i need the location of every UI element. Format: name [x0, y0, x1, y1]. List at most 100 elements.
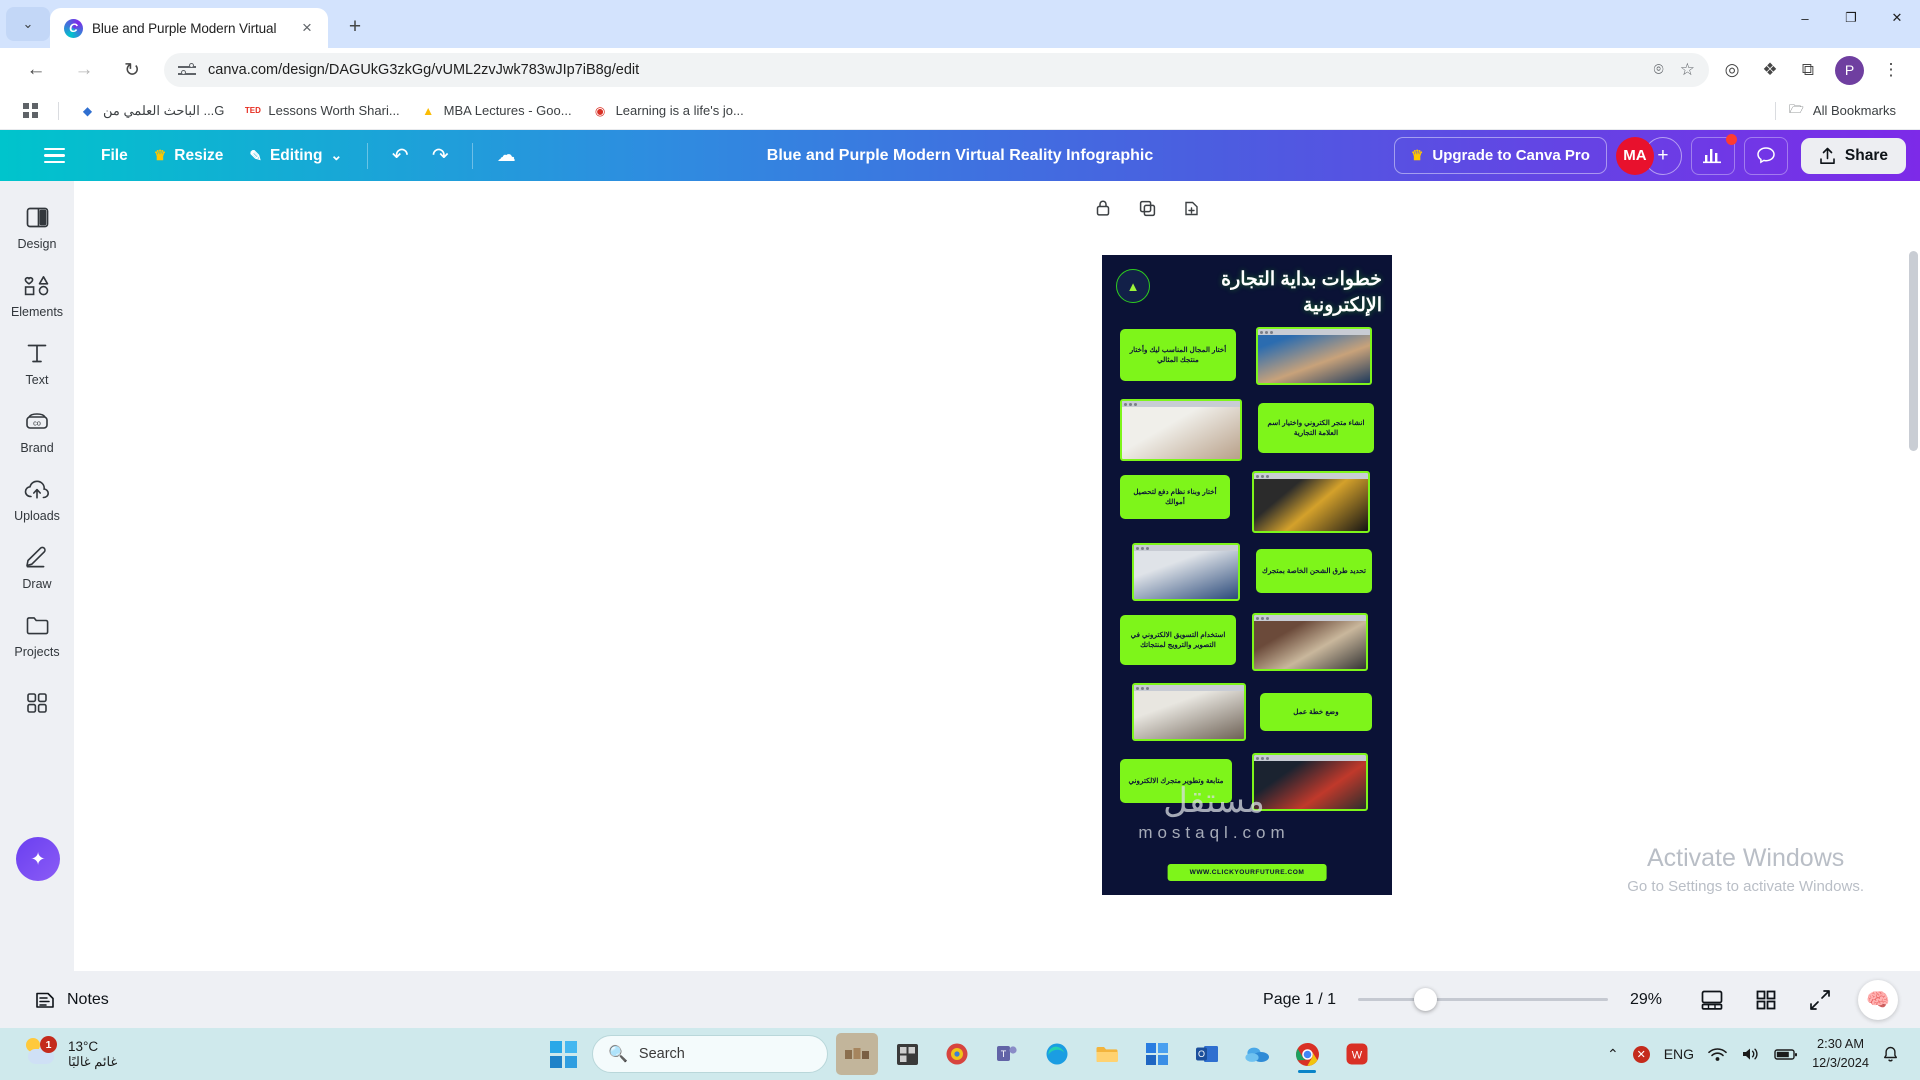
- sidebar-item-draw[interactable]: Draw: [4, 543, 70, 591]
- taskview-button[interactable]: [836, 1033, 878, 1075]
- step-photo[interactable]: [1132, 543, 1240, 601]
- step-photo[interactable]: [1256, 327, 1372, 385]
- helper-button[interactable]: 🧠: [1858, 979, 1898, 1020]
- grid-view-button[interactable]: [1750, 985, 1782, 1015]
- hamburger-icon[interactable]: [34, 148, 74, 163]
- bookmark-star-icon[interactable]: ☆: [1680, 60, 1695, 80]
- address-bar[interactable]: canva.com/design/DAGUkG3zkGg/vUML2zvJwk7…: [164, 53, 1709, 87]
- minimize-button[interactable]: –: [1782, 0, 1828, 36]
- app-teams-button[interactable]: T: [986, 1033, 1028, 1075]
- design-canvas-area[interactable]: ▲ خطوات بداية التجارة الإلكترونية أختار …: [74, 181, 1920, 971]
- profile-avatar[interactable]: P: [1835, 55, 1864, 85]
- insights-button[interactable]: [1690, 133, 1737, 175]
- close-window-button[interactable]: ✕: [1874, 0, 1920, 36]
- file-menu-button[interactable]: File: [88, 140, 141, 172]
- start-button[interactable]: [542, 1033, 584, 1075]
- bookmark-item[interactable]: ◉ Learning is a life's jo...: [583, 97, 753, 124]
- app-explorer-button[interactable]: [1086, 1033, 1128, 1075]
- grid-view-icon: [1756, 990, 1776, 1009]
- widgets-button[interactable]: [886, 1033, 928, 1075]
- user-avatar[interactable]: MA: [1615, 136, 1654, 175]
- share-button[interactable]: Share: [1800, 137, 1906, 174]
- step-chip[interactable]: انشاء متجر الكتروني واختيار اسم العلامة …: [1258, 403, 1374, 453]
- lock-icon[interactable]: [1089, 195, 1117, 221]
- magic-ai-button[interactable]: ✦: [16, 837, 60, 881]
- fullscreen-button[interactable]: [1804, 985, 1836, 1015]
- presenter-view-button[interactable]: [1696, 985, 1728, 1015]
- redo-icon[interactable]: ↷: [420, 138, 460, 174]
- browser-menu-icon[interactable]: ⋮: [1874, 53, 1908, 87]
- zoom-slider[interactable]: [1358, 988, 1608, 1011]
- app-store-button[interactable]: [1136, 1033, 1178, 1075]
- editing-mode-button[interactable]: ✎ Editing ⌄: [236, 140, 355, 172]
- notifications-bell-icon[interactable]: [1883, 1046, 1898, 1063]
- folder-icon: 🗁: [1788, 102, 1804, 116]
- tray-expand-icon[interactable]: ⌃: [1607, 1046, 1619, 1063]
- comments-button[interactable]: [1743, 136, 1788, 175]
- forward-icon[interactable]: →: [67, 53, 101, 87]
- resize-label: Resize: [174, 146, 224, 164]
- sidebar-item-elements[interactable]: Elements: [4, 271, 70, 319]
- bookmark-apps-grid[interactable]: [14, 98, 47, 123]
- new-tab-button[interactable]: +: [340, 12, 370, 42]
- step-chip[interactable]: متابعة وتطوير متجرك الالكتروني: [1120, 759, 1232, 803]
- add-page-icon[interactable]: [1177, 195, 1205, 221]
- app-onedrive-button[interactable]: [1236, 1033, 1278, 1075]
- maximize-button[interactable]: ❐: [1828, 0, 1874, 36]
- notes-button[interactable]: Notes: [22, 982, 121, 1018]
- step-chip[interactable]: أختار وبناء نظام دفع لتحصيل أموالك: [1120, 475, 1230, 519]
- app-wps-button[interactable]: W: [1336, 1033, 1378, 1075]
- document-title[interactable]: Blue and Purple Modern Virtual Reality I…: [767, 147, 1153, 165]
- upgrade-to-pro-button[interactable]: ♛ Upgrade to Canva Pro: [1393, 137, 1607, 174]
- sidebar-item-apps[interactable]: [4, 689, 70, 717]
- weather-widget[interactable]: 1 13°C غائم غالبًا: [10, 1036, 117, 1070]
- volume-icon[interactable]: [1741, 1046, 1760, 1062]
- step-chip[interactable]: وضع خطة عمل: [1260, 693, 1372, 731]
- step-photo[interactable]: [1252, 471, 1370, 533]
- resize-button[interactable]: ♛ Resize: [141, 140, 237, 172]
- all-bookmarks-button[interactable]: 🗁 All Bookmarks: [1774, 101, 1906, 120]
- browser-tab[interactable]: C Blue and Purple Modern Virtual ×: [50, 8, 328, 48]
- step-chip[interactable]: تحديد طرق الشحن الخاصة بمتجرك: [1256, 549, 1372, 593]
- app-edge-button[interactable]: [1036, 1033, 1078, 1075]
- bookmark-item[interactable]: TED Lessons Worth Shari...: [235, 97, 408, 124]
- cloud-saved-icon[interactable]: ☁: [485, 144, 527, 167]
- vertical-scrollbar[interactable]: [1909, 251, 1918, 451]
- battery-icon[interactable]: [1774, 1048, 1798, 1061]
- reload-icon[interactable]: ↻: [115, 53, 149, 87]
- taskbar-clock[interactable]: 2:30 AM 12/3/2024: [1812, 1035, 1869, 1072]
- incognito-eye-icon[interactable]: ⌾: [1654, 60, 1664, 80]
- puzzle-extensions-icon[interactable]: ⧉: [1791, 53, 1825, 87]
- site-settings-icon[interactable]: [178, 61, 196, 79]
- sidebar-item-brand[interactable]: co Brand: [4, 407, 70, 455]
- step-photo[interactable]: [1132, 683, 1246, 741]
- share-upload-icon: [1820, 147, 1835, 164]
- wifi-icon[interactable]: [1708, 1047, 1727, 1062]
- bookmark-item[interactable]: ◆ الباحث العلمي من ...G: [70, 97, 233, 124]
- tray-error-icon[interactable]: ✕: [1632, 1045, 1650, 1063]
- sidebar-item-uploads[interactable]: Uploads: [4, 475, 70, 523]
- taskbar-search[interactable]: 🔍 Search: [592, 1035, 828, 1073]
- step-photo[interactable]: [1252, 753, 1368, 811]
- app-chrome-button[interactable]: [1286, 1033, 1328, 1075]
- duplicate-icon[interactable]: [1133, 195, 1161, 221]
- step-photo[interactable]: [1252, 613, 1368, 671]
- zoom-handle[interactable]: [1414, 988, 1437, 1011]
- step-chip[interactable]: أختار المجال المناسب ليك وأختار منتجك ال…: [1120, 329, 1236, 381]
- extension-1-icon[interactable]: ◎: [1715, 53, 1749, 87]
- design-page[interactable]: ▲ خطوات بداية التجارة الإلكترونية أختار …: [1102, 255, 1392, 895]
- app-paint-button[interactable]: [936, 1033, 978, 1075]
- step-chip[interactable]: استخدام التسويق الالكتروني في التصوير وا…: [1120, 615, 1236, 665]
- close-tab-icon[interactable]: ×: [296, 18, 318, 38]
- bookmark-item[interactable]: ▲ MBA Lectures - Goo...: [411, 97, 581, 124]
- sidebar-item-projects[interactable]: Projects: [4, 611, 70, 659]
- undo-icon[interactable]: ↶: [380, 138, 420, 174]
- back-icon[interactable]: ←: [19, 53, 53, 87]
- sidebar-item-text[interactable]: Text: [4, 339, 70, 387]
- tab-search-button[interactable]: ⌄: [6, 7, 50, 41]
- language-indicator[interactable]: ENG: [1664, 1046, 1694, 1062]
- step-photo[interactable]: [1120, 399, 1242, 461]
- extension-2-icon[interactable]: ❖: [1753, 53, 1787, 87]
- app-outlook-button[interactable]: O: [1186, 1033, 1228, 1075]
- sidebar-item-design[interactable]: Design: [4, 203, 70, 251]
